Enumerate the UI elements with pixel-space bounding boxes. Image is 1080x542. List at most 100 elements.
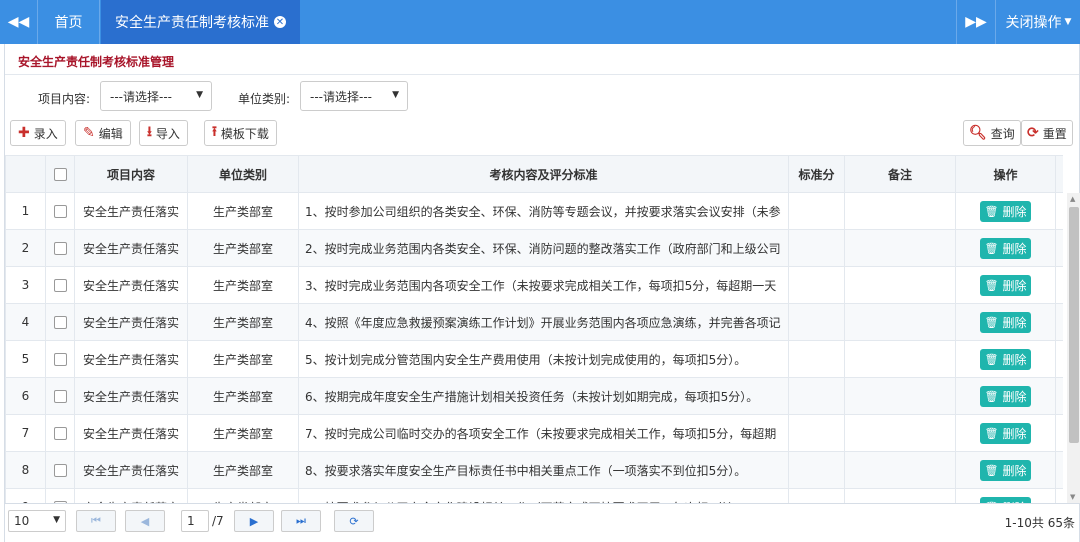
query-button[interactable]: 🔍︎ 查询	[963, 120, 1021, 146]
import-icon: ⭳	[147, 124, 152, 140]
import-button-label: 导入	[155, 126, 180, 141]
close-operations-dropdown[interactable]: 关闭操作 ▼	[997, 0, 1080, 44]
scroll-tabs-right-button[interactable]: ▶▶	[956, 0, 996, 44]
column-header[interactable]: 单位类别	[187, 155, 299, 193]
page-title: 安全生产责任制考核标准管理	[18, 55, 175, 69]
item-content-cell: 安全生产责任落实	[74, 414, 188, 452]
unit-type-cell: 生产类部室	[187, 340, 299, 378]
unit-type-select[interactable]: ---请选择--- ▼	[300, 81, 408, 111]
column-header[interactable]: 项目内容	[74, 155, 188, 193]
column-header[interactable]: 标准分	[788, 155, 845, 193]
row-number: 8	[5, 451, 46, 489]
row-checkbox-cell[interactable]	[45, 192, 75, 230]
column-header[interactable]: 考核内容及评分标准	[298, 155, 789, 193]
edit-button[interactable]: ✎ 编辑	[75, 120, 131, 146]
next-page-button[interactable]: ▶	[234, 510, 274, 532]
row-checkbox[interactable]	[53, 242, 67, 255]
select-all-checkbox[interactable]	[53, 168, 67, 181]
row-checkbox-cell[interactable]	[45, 340, 75, 378]
assessment-content-cell: 3、按时完成业务范围内各项安全工作（未按要求完成相关工作，每项扣5分，每超期一天	[298, 266, 789, 304]
unit-type-cell: 生产类部室	[187, 451, 299, 489]
delete-button[interactable]: 🗑︎删除	[979, 422, 1032, 444]
row-checkbox-cell[interactable]	[45, 451, 75, 489]
tab-safety-standard[interactable]: 安全生产责任制考核标准 ✕	[101, 0, 300, 44]
item-content-cell: 安全生产责任落实	[74, 192, 188, 230]
row-checkbox-cell[interactable]	[45, 303, 75, 341]
table-row[interactable]: 2 安全生产责任落实 生产类部室 2、按时完成业务范围内各类安全、环保、消防问题的整改…	[5, 229, 1063, 267]
search-icon: 🔍︎	[969, 125, 987, 141]
unit-type-cell: 生产类部室	[187, 303, 299, 341]
add-button[interactable]: ✚ 录入	[10, 120, 66, 146]
scroll-down-icon[interactable]: ▼	[1070, 493, 1075, 501]
action-cell: 🗑︎删除	[955, 303, 1056, 341]
delete-button[interactable]: 🗑︎删除	[979, 200, 1032, 222]
table-row[interactable]: 9 安全生产责任落实生产类部室9、按要求参与公司安全文化建设相关工作（不落实或不按…	[5, 488, 1063, 503]
page-size-select[interactable]: 10 ▼	[8, 510, 66, 532]
item-content-select[interactable]: ---请选择--- ▼	[100, 81, 212, 111]
row-filler	[1055, 229, 1063, 267]
column-header[interactable]: 操作	[955, 155, 1056, 193]
remark-cell	[844, 451, 956, 489]
scroll-up-icon[interactable]: ▲	[1070, 195, 1075, 203]
upload-icon: ⭱	[212, 124, 217, 140]
row-checkbox-cell[interactable]	[45, 229, 75, 267]
main-panel: 安全生产责任制考核标准管理 项目内容: ---请选择--- ▼ 单位类别: ---…	[4, 44, 1080, 542]
reset-button[interactable]: ⟳ 重置	[1021, 120, 1073, 146]
trash-icon: 🗑︎	[984, 352, 999, 366]
row-checkbox-cell[interactable]	[45, 377, 75, 415]
delete-button[interactable]: 🗑︎删除	[979, 237, 1032, 259]
action-cell: 🗑︎删除	[955, 377, 1056, 415]
last-page-button[interactable]: ⏭	[281, 510, 321, 532]
delete-button-label: 删除	[1002, 278, 1027, 293]
row-number: 2	[5, 229, 46, 267]
delete-button[interactable]: 🗑︎删除	[979, 385, 1032, 407]
vertical-scrollbar[interactable]: ▲ ▼	[1067, 193, 1080, 503]
delete-button[interactable]: 🗑︎删除	[979, 459, 1032, 481]
first-page-button[interactable]: ⏮	[76, 510, 116, 532]
page-size-value: 10	[14, 514, 30, 528]
table-row[interactable]: 6 安全生产责任落实 生产类部室 6、按期完成年度安全生产措施计划相关投资任务（未按计…	[5, 377, 1063, 415]
trash-icon: 🗑︎	[984, 463, 999, 477]
row-number-header	[5, 155, 46, 193]
assessment-content-cell: 5、按计划完成分管范围内安全生产费用使用（未按计划完成使用的，每项扣5分）。	[298, 340, 789, 378]
tab-home[interactable]: 首页	[38, 0, 100, 44]
row-checkbox[interactable]	[53, 353, 67, 366]
query-button-label: 查询	[990, 126, 1015, 141]
caret-down-icon: ▼	[196, 90, 203, 100]
row-checkbox-cell[interactable]	[45, 266, 75, 304]
column-header[interactable]: 备注	[844, 155, 956, 193]
row-checkbox[interactable]	[53, 205, 67, 218]
row-checkbox[interactable]	[53, 427, 67, 440]
delete-button[interactable]: 🗑︎删除	[979, 311, 1032, 333]
row-filler	[1055, 451, 1063, 489]
assessment-content-cell: 9、按要求参与公司安全文化建设相关工作（不落实或不按要求开展，每次扣5分）	[298, 488, 789, 503]
scrollbar-thumb[interactable]	[1069, 207, 1079, 443]
table-row[interactable]: 5 安全生产责任落实 生产类部室 5、按计划完成分管范围内安全生产费用使用（未按计划完…	[5, 340, 1063, 378]
table-row[interactable]: 3 安全生产责任落实 生产类部室 3、按时完成业务范围内各项安全工作（未按要求完成相关…	[5, 266, 1063, 304]
row-checkbox[interactable]	[53, 316, 67, 329]
delete-button[interactable]: 🗑︎删除	[979, 274, 1032, 296]
current-page-input[interactable]: 1	[181, 510, 209, 532]
select-all-checkbox-cell[interactable]	[45, 155, 75, 193]
close-tab-icon[interactable]: ✕	[274, 16, 286, 28]
unit-type-cell: 生产类部室	[187, 266, 299, 304]
next-page-icon: ▶	[249, 514, 259, 528]
table-row[interactable]: 7 安全生产责任落实 生产类部室 7、按时完成公司临时交办的各项安全工作（未按要求完成…	[5, 414, 1063, 452]
row-checkbox[interactable]	[53, 464, 67, 477]
table-row[interactable]: 8 安全生产责任落实 生产类部室 8、按要求落实年度安全生产目标责任书中相关重点工作（…	[5, 451, 1063, 489]
row-checkbox-cell[interactable]	[45, 488, 75, 503]
table-row[interactable]: 4 安全生产责任落实 生产类部室 4、按照《年度应急救援预案演练工作计划》开展业务范围…	[5, 303, 1063, 341]
trash-icon: 🗑︎	[984, 278, 999, 292]
refresh-page-button[interactable]: ⟳	[334, 510, 374, 532]
remark-cell	[844, 340, 956, 378]
delete-button[interactable]: 🗑︎删除	[979, 348, 1032, 370]
remark-cell	[844, 192, 956, 230]
import-button[interactable]: ⭳ 导入	[139, 120, 188, 146]
prev-page-button[interactable]: ◀	[125, 510, 165, 532]
scroll-tabs-left-button[interactable]: ◀◀	[0, 0, 38, 44]
row-checkbox[interactable]	[53, 279, 67, 292]
table-row[interactable]: 1 安全生产责任落实 生产类部室 1、按时参加公司组织的各类安全、环保、消防等专题会议…	[5, 192, 1063, 230]
template-download-button[interactable]: ⭱ 模板下载	[204, 120, 277, 146]
row-checkbox[interactable]	[53, 390, 67, 403]
row-checkbox-cell[interactable]	[45, 414, 75, 452]
